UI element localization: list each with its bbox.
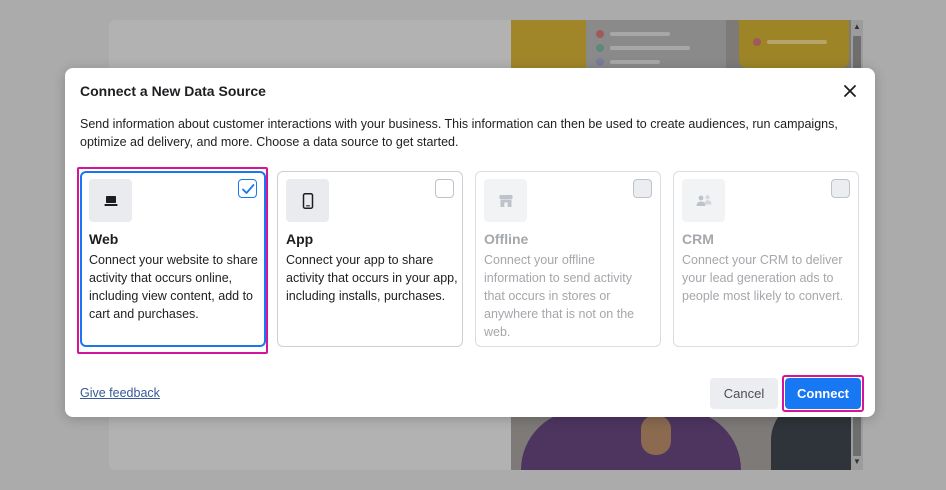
source-icon-box (682, 179, 725, 222)
close-button[interactable] (840, 81, 860, 101)
source-name: CRM (682, 231, 714, 247)
source-icon-box (89, 179, 132, 222)
mobile-phone-icon (302, 192, 313, 209)
people-icon (696, 194, 711, 206)
checkmark-icon (242, 184, 255, 194)
source-description: Connect your website to share activity t… (89, 253, 258, 321)
dialog-title: Connect a New Data Source (80, 83, 266, 99)
source-description: Connect your CRM to deliver your lead ge… (682, 253, 844, 303)
source-card-offline[interactable]: Offline Connect your offline information… (475, 171, 661, 347)
source-icon-box (484, 179, 527, 222)
app-checkbox[interactable] (435, 179, 454, 198)
store-icon (499, 194, 512, 207)
offline-checkbox[interactable] (633, 179, 652, 198)
connect-button[interactable]: Connect (785, 378, 861, 409)
source-name: App (286, 231, 314, 247)
connect-data-source-dialog: Connect a New Data Source Send informati… (65, 68, 875, 417)
source-description: Connect your offline information to send… (484, 253, 635, 339)
web-checkbox[interactable] (238, 179, 257, 198)
close-icon[interactable] (840, 81, 860, 101)
cancel-button[interactable]: Cancel (710, 378, 778, 409)
crm-checkbox[interactable] (831, 179, 850, 198)
source-card-web[interactable]: Web Connect your website to share activi… (80, 171, 266, 347)
give-feedback-link[interactable]: Give feedback (80, 386, 160, 400)
source-card-crm[interactable]: CRM Connect your CRM to deliver your lea… (673, 171, 859, 347)
laptop-icon (104, 195, 117, 206)
dialog-description: Send information about customer interact… (80, 117, 838, 149)
source-description: Connect your app to share activity that … (286, 253, 458, 303)
source-name: Offline (484, 231, 529, 247)
source-icon-box (286, 179, 329, 222)
source-name: Web (89, 231, 119, 247)
source-card-app[interactable]: App Connect your app to share activity t… (277, 171, 463, 347)
